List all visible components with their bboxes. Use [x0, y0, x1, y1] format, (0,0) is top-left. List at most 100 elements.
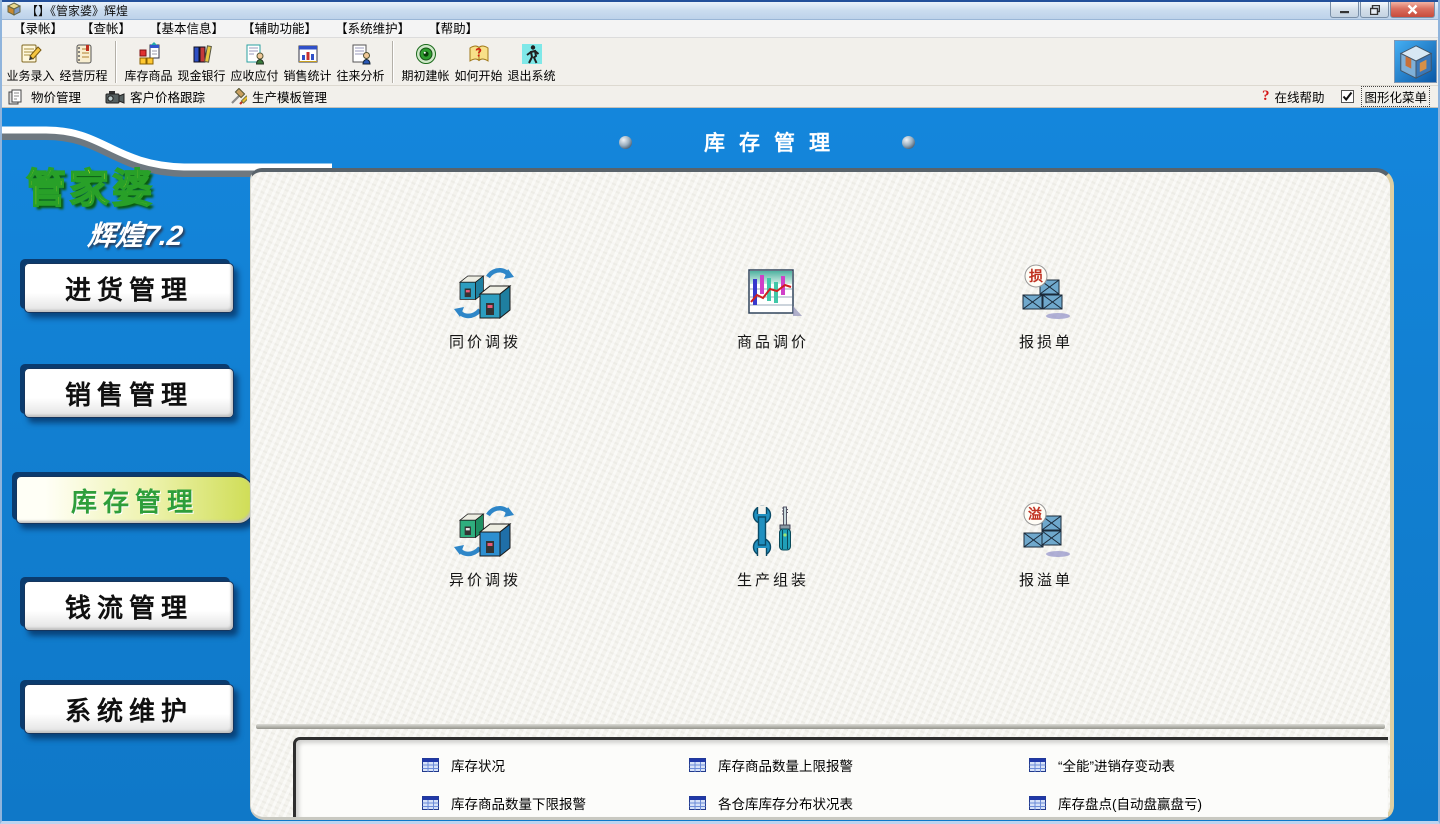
loss-badge-text: 损	[1029, 268, 1043, 284]
overflow-report-icon: 溢	[1016, 502, 1076, 560]
main-item-label: 生产组装	[737, 569, 809, 590]
brand-cube-logo	[1394, 40, 1437, 83]
toolbar-button-label: 应收应付	[230, 67, 278, 84]
toolbar-button-how-to-start[interactable]: 如何开始	[452, 40, 505, 84]
app-window: 【】《管家婆》辉煌 【录帐】 【查帐】 【基本信息】 【辅助功能】 【系统维护】…	[0, 0, 1440, 824]
link-almighty-purchase-sale-stock-table[interactable]: “全能”进销存变动表	[1029, 753, 1175, 777]
titlebar: 【】《管家婆》辉煌	[2, 0, 1438, 20]
price-management-icon	[8, 88, 26, 106]
minimize-button[interactable]	[1330, 2, 1359, 18]
link-warehouse-distribution-table[interactable]: 各仓库库存分布状况表	[689, 791, 853, 815]
inventory-goods-icon	[137, 40, 161, 67]
link-stock-upper-limit-alert[interactable]: 库存商品数量上限报警	[689, 753, 853, 777]
diff-price-transfer-icon	[454, 502, 516, 560]
link-label: 库存商品数量上限报警	[718, 755, 853, 775]
toolbar-button-sales-statistics[interactable]: 销售统计	[281, 40, 334, 84]
cash-bank-icon	[190, 40, 214, 67]
window-title: 【】《管家婆》辉煌	[26, 2, 128, 19]
table-icon	[1029, 796, 1046, 810]
toolbar-button-receivables-payables[interactable]: 应收应付	[228, 40, 281, 84]
menu-item-account-inquiry[interactable]: 【查帐】	[72, 20, 140, 38]
main-item-label: 同价调拨	[449, 331, 521, 352]
toolbar-button-label: 现金银行	[177, 67, 225, 84]
toolbar-item-production-template[interactable]: 生产模板管理	[229, 87, 327, 106]
production-assembly-icon	[745, 502, 801, 560]
production-template-icon	[229, 88, 247, 106]
logo-version-text: 辉煌7.2	[86, 214, 185, 254]
main-item-production-assembly[interactable]: 生产组装	[688, 502, 858, 590]
main-item-goods-price-adjust[interactable]: 商品调价	[688, 264, 858, 352]
toolbar-item-label: 物价管理	[31, 87, 81, 106]
toolbar-button-business-history[interactable]: 经营历程	[57, 40, 110, 84]
toolbar-button-label: 期初建帐	[401, 67, 449, 84]
link-stock-lower-limit-alert[interactable]: 库存商品数量下限报警	[422, 791, 586, 815]
toolbar-button-label: 往来分析	[336, 67, 384, 84]
sidebar-item-system-maintenance[interactable]: 系统维护	[24, 684, 234, 734]
graphical-menu-checkbox[interactable]	[1341, 90, 1354, 103]
toolbar-button-label: 业务录入	[6, 67, 54, 84]
main-item-same-price-transfer[interactable]: 同价调拨	[400, 264, 570, 352]
logo-brand-text: 管家婆	[26, 156, 183, 214]
toolbar-item-customer-price-tracking[interactable]: 客户价格跟踪	[105, 87, 205, 106]
how-to-start-icon	[467, 40, 491, 67]
main-item-label: 报溢单	[1019, 569, 1073, 590]
table-icon	[1029, 758, 1046, 772]
main-item-loss-report[interactable]: 损 报损单	[961, 264, 1131, 352]
sidebar-logo: 管家婆 辉煌7.2	[26, 156, 183, 254]
link-stocktaking[interactable]: 库存盘点(自动盘赢盘亏)	[1029, 791, 1202, 815]
main-item-label: 商品调价	[737, 331, 809, 352]
toolbar-button-label: 退出系统	[507, 67, 555, 84]
link-inventory-status[interactable]: 库存状况	[422, 753, 505, 777]
table-icon	[689, 758, 706, 772]
online-help-label: 在线帮助	[1274, 87, 1324, 106]
toolbar-item-label: 客户价格跟踪	[130, 87, 205, 106]
menubar: 【录帐】 【查帐】 【基本信息】 【辅助功能】 【系统维护】 【帮助】	[2, 20, 1438, 38]
page-title: 库存管理	[690, 127, 844, 157]
sidebar-item-inventory-management[interactable]: 库存管理	[16, 476, 254, 524]
restore-button[interactable]	[1360, 2, 1389, 18]
graphical-menu-label[interactable]: 图形化菜单	[1361, 86, 1430, 107]
sidebar-item-sales-management[interactable]: 销售管理	[24, 368, 234, 418]
toolbar-button-exit-system[interactable]: 退出系统	[505, 40, 558, 84]
table-icon	[422, 758, 439, 772]
close-button[interactable]	[1390, 2, 1435, 18]
sidebar-item-purchase-management[interactable]: 进货管理	[24, 263, 234, 313]
cube-icon	[1397, 43, 1435, 81]
toolbar-item-price-management[interactable]: 物价管理	[8, 87, 81, 106]
app-workspace: 管家婆 辉煌7.2 进货管理 销售管理 库存管理 钱流管理 系统维护 库存管理	[2, 108, 1438, 821]
toolbar-button-label: 销售统计	[283, 67, 331, 84]
main-item-diff-price-transfer[interactable]: 异价调拨	[400, 502, 570, 590]
menu-item-bookkeeping[interactable]: 【录帐】	[4, 20, 72, 38]
toolbar-button-transaction-analysis[interactable]: 往来分析	[334, 40, 387, 84]
loss-report-icon: 损	[1016, 264, 1076, 322]
menu-item-auxiliary-functions[interactable]: 【辅助功能】	[233, 20, 326, 38]
toolbar-separator	[392, 41, 394, 83]
content-panel: 同价调拨	[250, 168, 1394, 820]
report-links-panel: 库存状况 库存商品数量上限报警 “全能”进销存变动表 库存商品数量下限报警 各仓…	[293, 737, 1388, 817]
panel-divider	[256, 724, 1385, 729]
toolbar-button-cash-bank[interactable]: 现金银行	[175, 40, 228, 84]
link-label: 库存商品数量下限报警	[451, 793, 586, 813]
sphere-icon	[902, 136, 915, 149]
toolbar-button-business-entry[interactable]: 业务录入	[4, 40, 57, 84]
table-icon	[422, 796, 439, 810]
link-label: “全能”进销存变动表	[1058, 755, 1175, 775]
customer-price-tracking-icon	[105, 88, 125, 106]
transaction-analysis-icon	[349, 40, 373, 67]
initial-account-setup-icon	[414, 40, 438, 67]
menu-item-basic-info[interactable]: 【基本信息】	[140, 20, 233, 38]
toolbar-separator	[115, 41, 117, 83]
link-label: 各仓库库存分布状况表	[718, 793, 853, 813]
exit-system-icon	[520, 40, 544, 67]
toolbar-button-initial-account-setup[interactable]: 期初建帐	[399, 40, 452, 84]
online-help-button[interactable]: ? 在线帮助	[1262, 87, 1325, 106]
app-icon	[7, 2, 21, 19]
toolbar-button-inventory-goods[interactable]: 库存商品	[122, 40, 175, 84]
business-entry-icon	[19, 40, 43, 67]
toolbar-button-label: 如何开始	[454, 67, 502, 84]
sidebar-item-cash-flow-management[interactable]: 钱流管理	[24, 581, 234, 631]
menu-item-help[interactable]: 【帮助】	[419, 20, 487, 38]
menu-item-system-maintenance[interactable]: 【系统维护】	[326, 20, 419, 38]
main-item-overflow-report[interactable]: 溢 报溢单	[961, 502, 1131, 590]
business-history-icon	[72, 40, 96, 67]
